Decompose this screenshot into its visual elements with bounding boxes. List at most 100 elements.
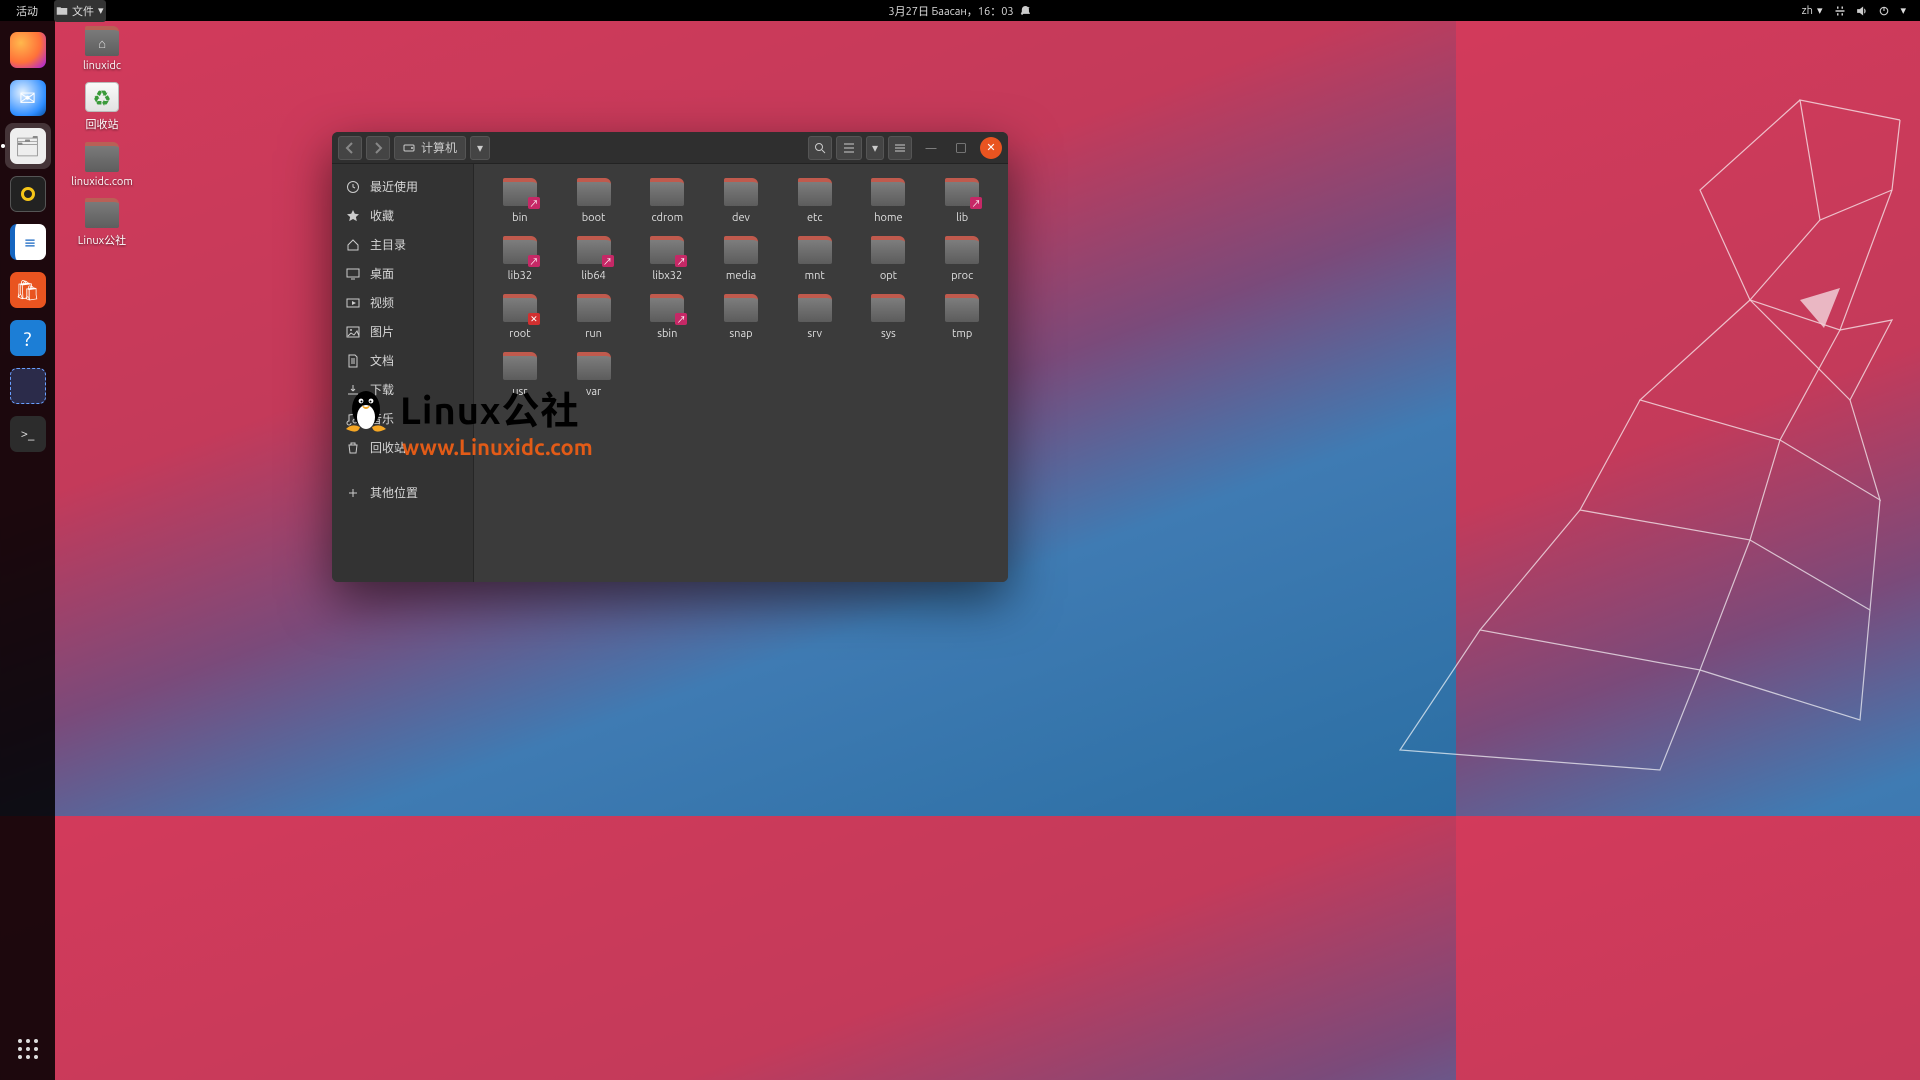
search-icon — [814, 142, 826, 154]
volume-icon[interactable] — [1856, 5, 1868, 17]
sidebar-item-star[interactable]: 收藏 — [332, 201, 473, 230]
sidebar-item-label: 最近使用 — [370, 178, 418, 195]
pathbar-location[interactable]: 计算机 — [394, 136, 466, 160]
wallpaper-wireframe — [1280, 70, 1920, 790]
sidebar-item-music[interactable]: 音乐 — [332, 404, 473, 433]
dock-files[interactable]: 🗂 — [5, 123, 51, 169]
folder-root[interactable]: root — [492, 294, 548, 340]
sidebar-item-video[interactable]: 视频 — [332, 288, 473, 317]
folder-var[interactable]: var — [566, 352, 622, 398]
desktop-icon-linuxidc[interactable]: ⌂linuxidc — [65, 26, 139, 72]
folder-sbin[interactable]: sbin — [639, 294, 695, 340]
folder-bin[interactable]: bin — [492, 178, 548, 224]
folder-tmp[interactable]: tmp — [934, 294, 990, 340]
folder-label: sys — [881, 328, 896, 340]
pathbar-dropdown-button[interactable]: ▾ — [470, 136, 490, 160]
folder-label: lib — [956, 212, 968, 224]
sidebar-item-other-locations[interactable]: 其他位置 — [332, 478, 473, 507]
sidebar-item-label: 收藏 — [370, 207, 394, 224]
folder-etc[interactable]: etc — [787, 178, 843, 224]
notification-muted-icon — [1020, 5, 1032, 17]
folder-label: srv — [807, 328, 822, 340]
nav-back-button[interactable] — [338, 136, 362, 160]
folder-label: root — [509, 328, 530, 340]
window-minimize-button[interactable]: ─ — [920, 137, 942, 159]
dock-terminal[interactable]: >_ — [5, 411, 51, 457]
nav-forward-button[interactable] — [366, 136, 390, 160]
folder-icon — [724, 178, 758, 206]
sidebar-item-trash[interactable]: 回收站 — [332, 433, 473, 462]
folder-media[interactable]: media — [713, 236, 769, 282]
folder-lib32[interactable]: lib32 — [492, 236, 548, 282]
dock-thunderbird[interactable]: ✉ — [5, 75, 51, 121]
folder-icon — [577, 236, 611, 264]
chevron-down-icon: ▾ — [1900, 4, 1906, 17]
folder-label: media — [726, 270, 756, 282]
sidebar-item-home[interactable]: 主目录 — [332, 230, 473, 259]
trash-icon: ♻ — [85, 82, 119, 112]
folder-cdrom[interactable]: cdrom — [639, 178, 695, 224]
sidebar-item-image[interactable]: 图片 — [332, 317, 473, 346]
folder-icon — [798, 236, 832, 264]
folder-run[interactable]: run — [566, 294, 622, 340]
dock-firefox[interactable] — [5, 27, 51, 73]
dock: ✉🗂 ≡🛍? >_ — [0, 21, 55, 1080]
search-button[interactable] — [808, 136, 832, 160]
hamburger-menu-button[interactable] — [888, 136, 912, 160]
sidebar-item-clock[interactable]: 最近使用 — [332, 172, 473, 201]
activities-button[interactable]: 活动 — [14, 0, 40, 22]
dock-help[interactable]: ? — [5, 315, 51, 361]
desktop-icon-Linux公社[interactable]: Linux公社 — [65, 198, 139, 248]
network-icon[interactable] — [1834, 5, 1846, 17]
folder-icon — [871, 236, 905, 264]
folder-proc[interactable]: proc — [934, 236, 990, 282]
folder-icon — [945, 178, 979, 206]
folder-boot[interactable]: boot — [566, 178, 622, 224]
folder-label: tmp — [952, 328, 972, 340]
home-folder-icon: ⌂ — [85, 26, 119, 56]
folder-icon — [798, 294, 832, 322]
dock-libreoffice-writer[interactable]: ≡ — [5, 219, 51, 265]
folder-icon — [945, 294, 979, 322]
sidebar-item-label: 桌面 — [370, 265, 394, 282]
sidebar-item-download[interactable]: 下载 — [332, 375, 473, 404]
folder-icon — [503, 236, 537, 264]
folder-libx32[interactable]: libx32 — [639, 236, 695, 282]
input-method-indicator[interactable]: zh ▾ — [1800, 1, 1825, 20]
window-maximize-button[interactable]: □ — [950, 137, 972, 159]
folder-lib64[interactable]: lib64 — [566, 236, 622, 282]
folder-dev[interactable]: dev — [713, 178, 769, 224]
window-close-button[interactable]: ✕ — [980, 137, 1002, 159]
pathbar-label: 计算机 — [421, 139, 457, 156]
folder-usr[interactable]: usr — [492, 352, 548, 398]
folder-mnt[interactable]: mnt — [787, 236, 843, 282]
desktop-icon-label: Linux公社 — [78, 232, 126, 248]
chevron-down-icon: ▾ — [872, 141, 878, 155]
sidebar-item-doc[interactable]: 文档 — [332, 346, 473, 375]
folder-srv[interactable]: srv — [787, 294, 843, 340]
folder-home[interactable]: home — [861, 178, 917, 224]
folder-icon — [724, 236, 758, 264]
sidebar-item-label: 文档 — [370, 352, 394, 369]
folder-label: libx32 — [652, 270, 682, 282]
clock-datetime[interactable]: 3月27日 Баасан，16：03 — [888, 3, 1013, 19]
sidebar-item-label: 其他位置 — [370, 484, 418, 501]
dock-software[interactable]: 🛍 — [5, 267, 51, 313]
view-options-dropdown[interactable]: ▾ — [866, 136, 884, 160]
sidebar-item-desktop[interactable]: 桌面 — [332, 259, 473, 288]
chevron-down-icon: ▾ — [477, 141, 483, 155]
sidebar-item-label: 主目录 — [370, 236, 406, 253]
dock-rhythmbox[interactable] — [5, 171, 51, 217]
power-icon[interactable] — [1878, 5, 1890, 17]
folder-opt[interactable]: opt — [861, 236, 917, 282]
folder-sys[interactable]: sys — [861, 294, 917, 340]
desktop-icon-linuxidc.com[interactable]: linuxidc.com — [65, 142, 139, 188]
desktop-icon-回收站[interactable]: ♻回收站 — [65, 82, 139, 132]
folder-label: lib64 — [581, 270, 605, 282]
app-menu-files[interactable]: 文件 ▾ — [54, 0, 106, 22]
folder-lib[interactable]: lib — [934, 178, 990, 224]
show-applications-button[interactable] — [5, 1026, 51, 1072]
folder-snap[interactable]: snap — [713, 294, 769, 340]
view-list-button[interactable] — [836, 136, 862, 160]
dock-screenshot[interactable] — [5, 363, 51, 409]
